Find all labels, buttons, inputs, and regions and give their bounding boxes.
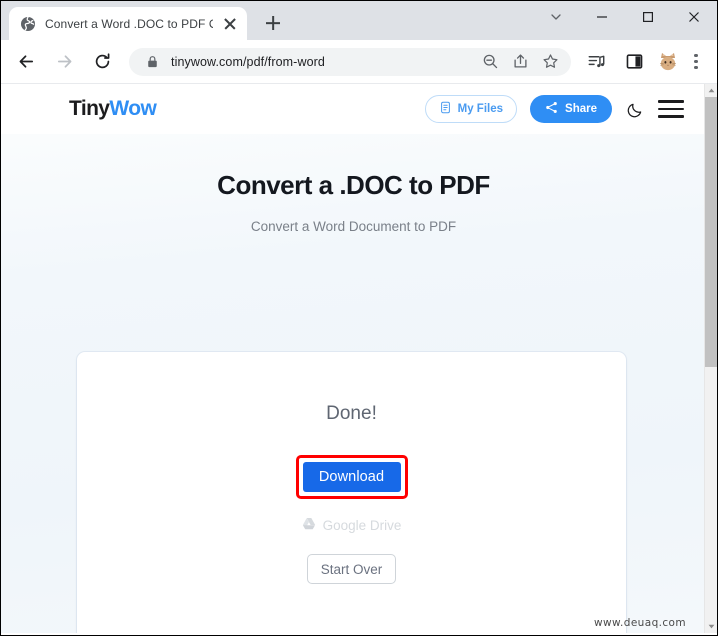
cat-avatar-icon[interactable]: [657, 51, 679, 73]
google-drive-icon: [302, 517, 316, 533]
media-playlist-icon[interactable]: [580, 46, 612, 78]
lock-icon: [143, 53, 161, 71]
url-text: tinywow.com/pdf/from-word: [171, 54, 325, 69]
page-viewport: TinyWow My Files Share Convert a .DOC to…: [1, 84, 717, 633]
page-title: Convert a .DOC to PDF: [217, 170, 490, 200]
my-files-label: My Files: [457, 103, 504, 115]
minimize-button[interactable]: [579, 1, 625, 33]
result-card: Done! Download Google Drive Start Over: [77, 352, 626, 633]
window-controls: [533, 1, 717, 33]
new-tab-button[interactable]: [259, 9, 287, 37]
hero-section: Convert a .DOC to PDF Convert a Word Doc…: [1, 134, 706, 234]
logo-tiny: Tiny: [69, 97, 110, 120]
browser-window: Convert a Word .DOC to PDF Onl tinywow.c…: [0, 0, 718, 636]
google-drive-link[interactable]: Google Drive: [302, 517, 402, 533]
back-arrow-icon[interactable]: [10, 46, 42, 78]
tab-search-button[interactable]: [533, 1, 579, 33]
web-page: TinyWow My Files Share Convert a .DOC to…: [1, 84, 706, 633]
page-subtitle: Convert a Word Document to PDF: [250, 219, 457, 234]
tinywow-logo[interactable]: TinyWow: [69, 97, 157, 121]
maximize-button[interactable]: [625, 1, 671, 33]
close-icon[interactable]: [222, 16, 238, 32]
share-icon: [545, 101, 558, 117]
site-header-actions: My Files Share: [424, 95, 684, 123]
tab-title: Convert a Word .DOC to PDF Onl: [45, 16, 213, 31]
forward-arrow-icon: [48, 46, 80, 78]
share-label: Share: [565, 103, 597, 115]
zoom-out-icon[interactable]: [481, 53, 499, 71]
status-text: Done!: [326, 403, 377, 424]
close-window-button[interactable]: [671, 1, 717, 33]
moon-icon[interactable]: [625, 99, 645, 119]
hamburger-menu-icon[interactable]: [658, 100, 684, 118]
three-dots-menu-icon[interactable]: [683, 46, 709, 78]
star-icon[interactable]: [541, 53, 559, 71]
google-drive-label: Google Drive: [322, 517, 402, 533]
scrollbar-thumb[interactable]: [705, 97, 717, 367]
my-files-button[interactable]: My Files: [424, 95, 518, 123]
omnibox-actions: [481, 53, 561, 71]
page-scrollbar[interactable]: [704, 84, 717, 633]
reload-icon[interactable]: [86, 46, 118, 78]
start-over-button[interactable]: Start Over: [307, 554, 396, 584]
document-icon: [439, 101, 452, 117]
address-bar[interactable]: tinywow.com/pdf/from-word: [129, 47, 571, 76]
site-header: TinyWow My Files Share: [1, 84, 706, 134]
logo-wow: Wow: [109, 97, 157, 120]
share-button[interactable]: Share: [530, 95, 612, 123]
download-highlight: Download: [295, 455, 408, 499]
watermark: www.deuaq.com: [594, 617, 686, 629]
browser-tab[interactable]: Convert a Word .DOC to PDF Onl: [9, 7, 247, 40]
side-panel-icon[interactable]: [618, 46, 650, 78]
tab-strip: Convert a Word .DOC to PDF Onl: [1, 1, 717, 40]
scroll-down-arrow-icon[interactable]: [705, 620, 717, 633]
globe-icon: [20, 16, 36, 32]
scroll-up-arrow-icon[interactable]: [705, 84, 717, 97]
download-button[interactable]: Download: [302, 462, 401, 492]
browser-toolbar: tinywow.com/pdf/from-word: [1, 40, 717, 84]
share-page-icon[interactable]: [511, 53, 529, 71]
